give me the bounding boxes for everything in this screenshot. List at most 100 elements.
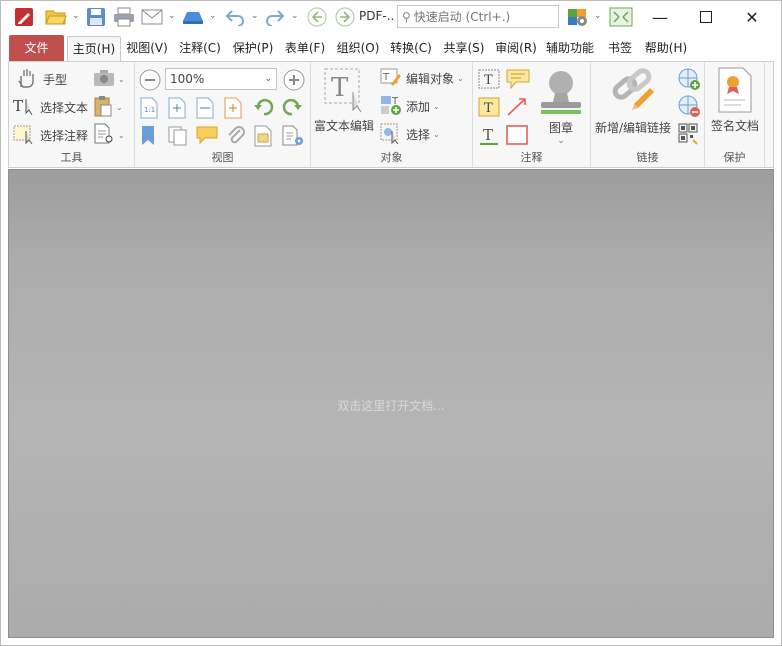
group-annotation-label: 注释 xyxy=(520,151,543,164)
textbox-tool[interactable]: T xyxy=(477,96,501,121)
email-dropdown-chevron-icon[interactable]: ⌄ xyxy=(168,12,176,21)
text-tool[interactable]: T xyxy=(477,124,501,149)
link-icon xyxy=(608,66,658,117)
document-tool[interactable]: ⌄ xyxy=(93,123,125,147)
undo-icon[interactable] xyxy=(221,5,249,29)
fit-page-button[interactable] xyxy=(167,97,187,122)
print-icon[interactable] xyxy=(111,5,137,29)
zoom-out-icon xyxy=(139,69,161,94)
snapshot-dropdown-icon[interactable]: ⌄ xyxy=(118,75,125,84)
scan-icon[interactable] xyxy=(179,5,207,29)
back-icon[interactable] xyxy=(305,5,329,29)
fit-visible-button[interactable] xyxy=(223,97,243,122)
open-folder-icon[interactable] xyxy=(43,5,69,29)
rectangle-tool[interactable] xyxy=(505,124,529,149)
tab-convert[interactable]: 转换(C) xyxy=(387,36,435,61)
paste-tool[interactable]: ⌄ xyxy=(93,95,123,119)
forward-icon[interactable] xyxy=(333,5,357,29)
zoom-select[interactable]: 100% ⌄ xyxy=(165,68,277,90)
snapshot-tool[interactable]: ⌄ xyxy=(93,67,125,91)
note-tool[interactable] xyxy=(505,68,531,93)
edit-objects-button[interactable]: T 编辑对象 ⌄ xyxy=(379,67,464,89)
rotate-right-button[interactable] xyxy=(281,97,303,120)
stamp-button[interactable]: 图章 ⌄ xyxy=(533,66,589,146)
zoom-out-button[interactable] xyxy=(139,69,161,94)
qr-code-button[interactable] xyxy=(677,122,701,149)
tab-bookmarks[interactable]: 书签 xyxy=(601,36,639,61)
redo-dropdown-chevron-icon[interactable]: ⌄ xyxy=(291,12,299,21)
document-area[interactable]: 双击这里打开文档... xyxy=(8,169,774,638)
save-icon[interactable] xyxy=(83,5,109,29)
tab-review[interactable]: 审阅(R) xyxy=(492,36,540,61)
svg-text:T: T xyxy=(484,101,493,116)
pages-icon xyxy=(167,125,189,150)
text-icon: T xyxy=(477,124,501,149)
tab-help[interactable]: 帮助(H) xyxy=(642,36,690,61)
fit-width-icon xyxy=(195,97,215,122)
bookmark-button[interactable] xyxy=(139,125,157,150)
maximize-button[interactable] xyxy=(683,1,729,33)
minimize-icon: — xyxy=(652,7,668,27)
rotate-right-icon xyxy=(281,97,303,120)
select-object-label: 选择 xyxy=(406,127,431,142)
undo-dropdown-chevron-icon[interactable]: ⌄ xyxy=(251,12,259,21)
open-dropdown-chevron-icon[interactable]: ⌄ xyxy=(72,12,80,21)
rotate-left-button[interactable] xyxy=(253,97,275,120)
svg-text:T: T xyxy=(331,73,349,103)
select-text-tool[interactable]: T 选择文本 xyxy=(12,95,88,119)
minimize-button[interactable]: — xyxy=(637,1,683,33)
tab-view[interactable]: 视图(V) xyxy=(123,36,171,61)
tab-comment[interactable]: 注释(C) xyxy=(176,36,224,61)
typewriter-icon: T xyxy=(477,68,501,93)
customize-dropdown-chevron-icon[interactable]: ⌄ xyxy=(594,12,602,21)
tab-home[interactable]: 主页(H) xyxy=(67,36,121,61)
sign-document-label: 签名文档 xyxy=(710,119,759,133)
open-document-hint[interactable]: 双击这里打开文档... xyxy=(9,397,773,414)
customize-toolbar-icon[interactable] xyxy=(565,5,591,29)
sign-document-button[interactable]: 签名文档 xyxy=(705,66,765,134)
add-web-link-button[interactable] xyxy=(677,67,701,94)
comments-panel-button[interactable] xyxy=(195,125,219,148)
add-object-dropdown-icon: ⌄ xyxy=(433,101,440,111)
actual-size-button[interactable]: 1:1 xyxy=(139,97,159,122)
svg-text:1:1: 1:1 xyxy=(144,106,155,114)
fullscreen-icon[interactable] xyxy=(607,5,635,29)
quick-launch-search[interactable]: ⚲ xyxy=(397,5,559,28)
email-icon[interactable] xyxy=(139,5,165,29)
tab-form[interactable]: 表单(F) xyxy=(281,36,329,61)
attachments-button[interactable] xyxy=(225,125,247,150)
group-objects: T 富文本编辑 T 编辑对象 ⌄ T 添加 ⌄ 选择 ⌄ 对象 xyxy=(311,62,473,167)
pages-button[interactable] xyxy=(167,125,189,150)
group-links: 新增/编辑链接 链接 xyxy=(591,62,705,167)
layers-button[interactable] xyxy=(253,125,273,150)
group-tools: 手型 ⌄ T 选择文本 ⌄ 选择注释 ⌄ 工具 xyxy=(9,62,135,167)
document-dropdown-icon[interactable]: ⌄ xyxy=(118,131,125,140)
select-text-icon: T xyxy=(12,95,36,120)
fit-width-button[interactable] xyxy=(195,97,215,122)
document-settings-button[interactable] xyxy=(281,125,305,150)
arrow-tool[interactable] xyxy=(505,96,529,121)
tab-protect[interactable]: 保护(P) xyxy=(229,36,277,61)
tab-share[interactable]: 共享(S) xyxy=(440,36,488,61)
add-object-button[interactable]: T 添加 ⌄ xyxy=(379,95,440,117)
tab-file[interactable]: 文件 xyxy=(9,35,64,61)
remove-web-link-button[interactable] xyxy=(677,94,701,121)
tab-accessibility[interactable]: 辅助功能 xyxy=(543,36,597,61)
pdf-quick-button[interactable]: PDF-.. xyxy=(359,9,394,23)
zoom-in-button[interactable] xyxy=(283,69,305,94)
rotate-left-icon xyxy=(253,97,275,120)
scan-dropdown-chevron-icon[interactable]: ⌄ xyxy=(209,12,217,21)
paste-dropdown-icon[interactable]: ⌄ xyxy=(116,103,123,112)
typewriter-tool[interactable]: T xyxy=(477,68,501,93)
select-annotation-tool[interactable]: 选择注释 xyxy=(12,123,88,147)
app-logo-icon[interactable] xyxy=(11,5,37,29)
add-edit-link-button[interactable]: 新增/编辑链接 xyxy=(591,66,675,136)
redo-icon[interactable] xyxy=(261,5,289,29)
close-button[interactable]: ✕ xyxy=(729,1,775,33)
select-object-button[interactable]: 选择 ⌄ xyxy=(379,123,440,145)
stamp-icon xyxy=(537,66,585,119)
tab-organize[interactable]: 组织(O) xyxy=(333,36,383,61)
hand-tool[interactable]: 手型 xyxy=(15,67,67,91)
quick-launch-input[interactable] xyxy=(413,9,552,24)
rich-text-edit-button[interactable]: T 富文本编辑 xyxy=(313,66,375,134)
